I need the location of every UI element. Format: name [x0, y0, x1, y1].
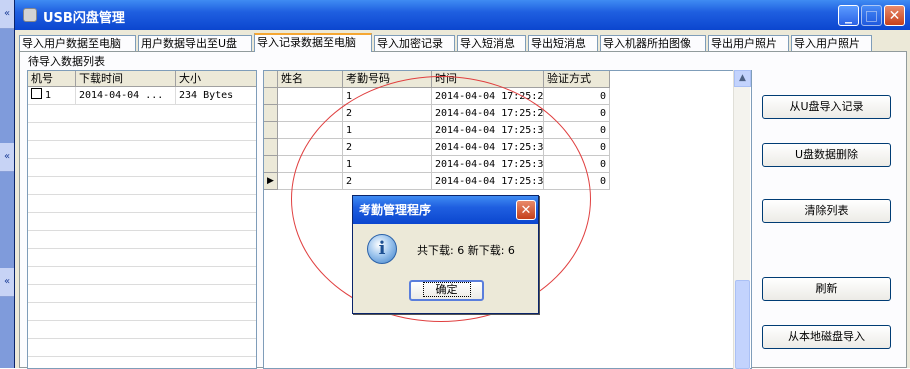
info-icon: i — [367, 234, 397, 264]
column-header[interactable]: 机号 — [28, 71, 76, 87]
tab-strip: 导入用户数据至电脑 用户数据导出至U盘 导入记录数据至电脑 导入加密记录 导入短… — [19, 33, 907, 52]
row-selector[interactable] — [264, 105, 278, 122]
collapse-chevron-icon[interactable]: « — [0, 0, 14, 29]
table-row — [28, 249, 256, 267]
table-row — [28, 159, 256, 177]
ok-button[interactable]: 确定 — [409, 280, 484, 301]
table-row[interactable]: 1 2014-04-04 ... 234 Bytes — [28, 87, 256, 105]
verify-cell: 0 — [544, 88, 610, 105]
file-list-grid[interactable]: 机号 下载时间 大小 1 2014-04-04 ... 234 Bytes — [27, 70, 257, 369]
row-selector[interactable] — [264, 139, 278, 156]
refresh-button[interactable]: 刷新 — [762, 277, 891, 301]
background-app-strip: « « « — [0, 0, 14, 368]
delete-u-data-button[interactable]: U盘数据删除 — [762, 143, 891, 167]
tab-import-user-data[interactable]: 导入用户数据至电脑 — [19, 35, 136, 51]
import-from-u-button[interactable]: 从U盘导入记录 — [762, 95, 891, 119]
file-list-label: 待导入数据列表 — [26, 53, 107, 69]
row-selector[interactable] — [264, 156, 278, 173]
ok-button-label: 确定 — [422, 282, 471, 297]
tab-export-user-photos[interactable]: 导出用户照片 — [708, 35, 789, 51]
size-cell: 234 Bytes — [176, 87, 256, 104]
minimize-button[interactable]: _ — [838, 5, 859, 26]
table-row — [28, 195, 256, 213]
table-row — [28, 213, 256, 231]
import-local-disk-button[interactable]: 从本地磁盘导入 — [762, 325, 891, 349]
table-row — [28, 267, 256, 285]
window-title: USB闪盘管理 — [43, 11, 125, 26]
dialog-message: 共下载: 6 新下载: 6 — [417, 244, 515, 257]
scroll-thumb[interactable] — [735, 280, 750, 369]
download-time-cell: 2014-04-04 ... — [76, 87, 176, 104]
vertical-scrollbar[interactable]: ▲ — [733, 70, 751, 369]
dialog-close-button[interactable]: ✕ — [516, 200, 536, 220]
table-row — [28, 123, 256, 141]
tab-export-sms[interactable]: 导出短消息 — [528, 35, 598, 51]
tab-import-user-photos[interactable]: 导入用户照片 — [791, 35, 872, 51]
table-row — [28, 231, 256, 249]
scroll-up-icon[interactable]: ▲ — [734, 70, 751, 87]
table-row — [28, 285, 256, 303]
column-header[interactable]: 姓名 — [278, 71, 343, 88]
row-selector[interactable] — [264, 88, 278, 105]
message-dialog: 考勤管理程序 ✕ i 共下载: 6 新下载: 6 确定 — [352, 195, 539, 314]
tab-import-photos[interactable]: 导入机器所拍图像 — [600, 35, 706, 51]
tab-import-records[interactable]: 导入记录数据至电脑 — [254, 33, 372, 52]
row-selector-header — [264, 71, 278, 88]
tab-import-sms[interactable]: 导入短消息 — [457, 35, 526, 51]
name-cell — [278, 88, 343, 105]
table-row — [28, 141, 256, 159]
maximize-button[interactable]: □ — [861, 5, 882, 26]
column-header[interactable]: 大小 — [176, 71, 256, 87]
current-row-arrow-icon[interactable]: ▶ — [264, 173, 278, 190]
collapse-chevron-icon[interactable]: « — [0, 268, 14, 297]
title-bar[interactable]: USB闪盘管理 _ □ ✕ — [15, 0, 910, 30]
checkbox[interactable] — [31, 88, 42, 99]
table-row — [28, 105, 256, 123]
clear-list-button[interactable]: 清除列表 — [762, 199, 891, 223]
tab-import-encrypted[interactable]: 导入加密记录 — [374, 35, 455, 51]
app-icon — [23, 8, 37, 22]
close-button[interactable]: ✕ — [884, 5, 905, 26]
table-row — [28, 303, 256, 321]
collapse-chevron-icon[interactable]: « — [0, 143, 14, 172]
table-row — [28, 339, 256, 357]
table-row — [28, 321, 256, 339]
table-row — [28, 177, 256, 195]
column-header[interactable]: 验证方式 — [544, 71, 610, 88]
column-header[interactable]: 下载时间 — [76, 71, 176, 87]
row-id-cell: 1 — [28, 87, 76, 104]
tab-export-user-data[interactable]: 用户数据导出至U盘 — [138, 35, 252, 51]
dialog-title[interactable]: 考勤管理程序 — [353, 196, 538, 224]
row-selector[interactable] — [264, 122, 278, 139]
